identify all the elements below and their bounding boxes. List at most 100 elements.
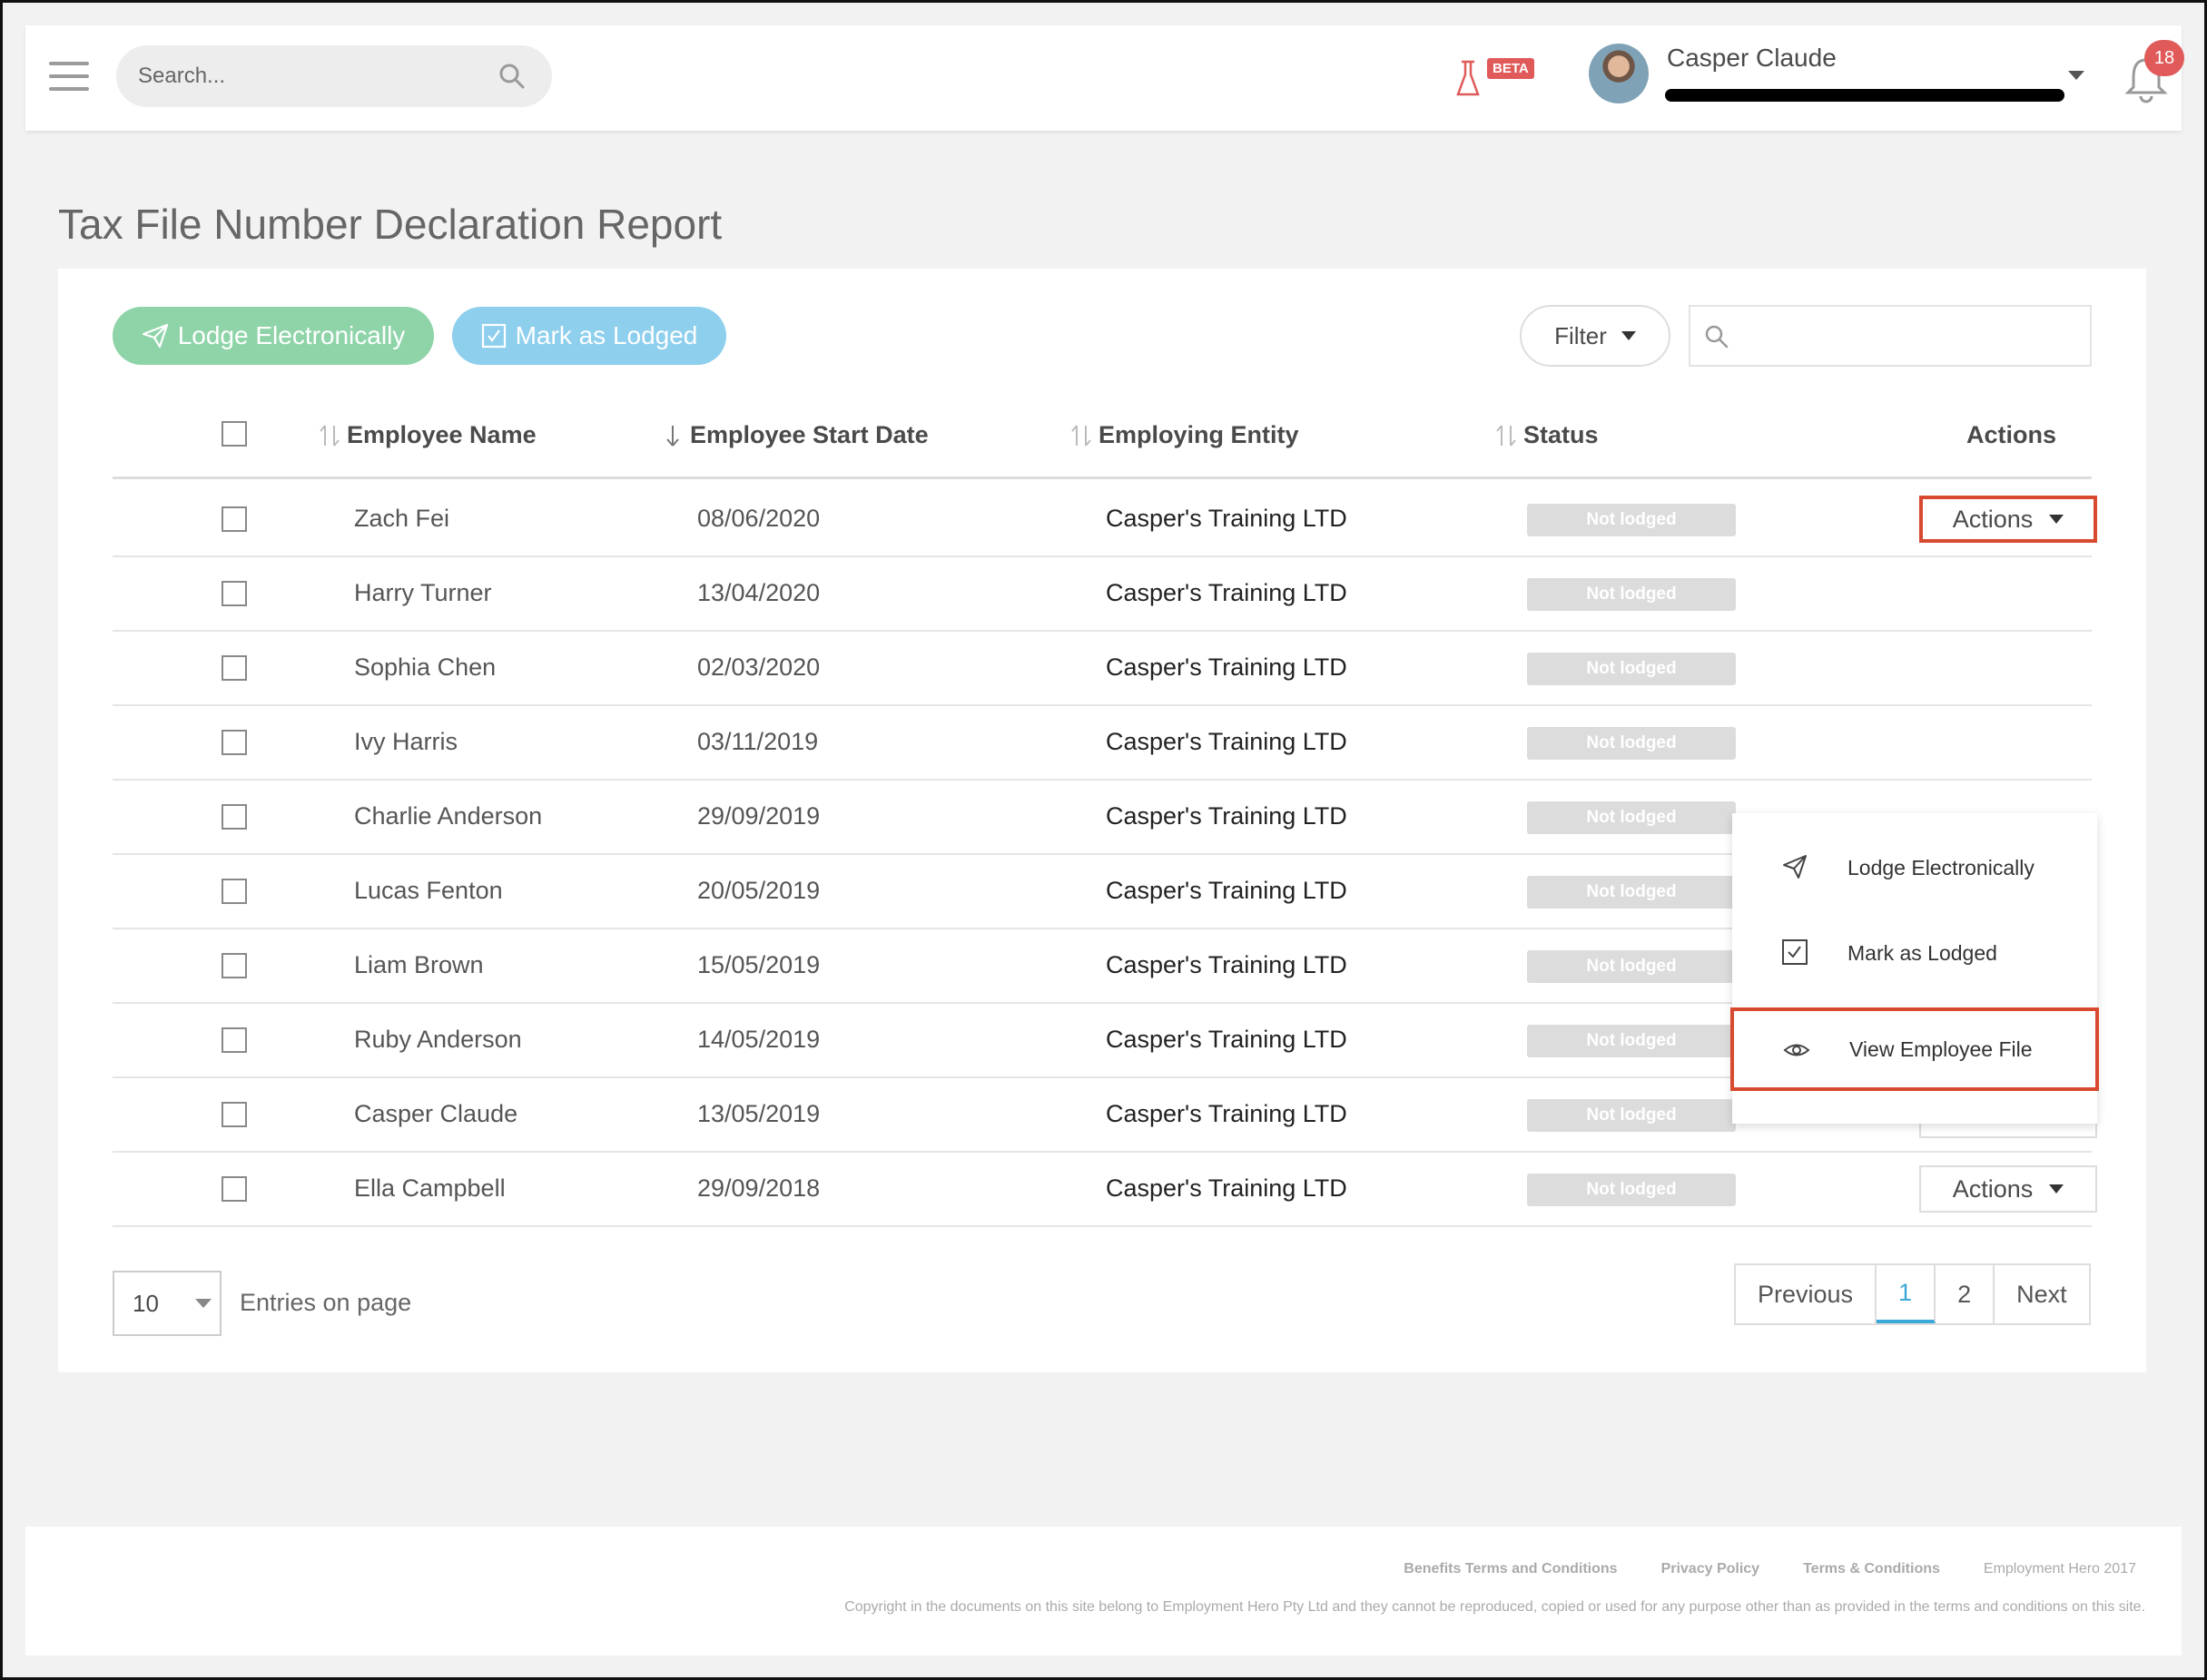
table-search-input[interactable] bbox=[1689, 305, 2092, 367]
menu-icon[interactable] bbox=[49, 62, 89, 94]
caret-down-icon bbox=[2049, 1184, 2064, 1194]
table-row: Harry Turner 13/04/2020 Casper's Training … bbox=[113, 557, 2092, 632]
menu-item-lodge-electronically[interactable]: Lodge Electronically bbox=[1732, 828, 2097, 908]
search-input[interactable] bbox=[116, 45, 552, 107]
previous-page-button[interactable]: Previous bbox=[1736, 1265, 1877, 1323]
checkbox-icon bbox=[1782, 939, 1808, 965]
row-checkbox[interactable] bbox=[222, 1176, 247, 1202]
employing-entity: Casper's Training LTD bbox=[1106, 653, 1347, 681]
status-badge: Not lodged bbox=[1527, 578, 1736, 611]
employee-start-date: 02/03/2020 bbox=[697, 653, 821, 681]
select-all-checkbox[interactable] bbox=[222, 421, 247, 447]
column-label: Actions bbox=[1966, 421, 2057, 448]
column-header-actions: Actions bbox=[1966, 421, 2056, 449]
table-row: Ivy Harris 03/11/2019 Casper's Training LT… bbox=[113, 706, 2092, 781]
employing-entity: Casper's Training LTD bbox=[1106, 877, 1347, 904]
paper-plane-icon bbox=[1783, 855, 1807, 879]
footer-link-benefits-terms[interactable]: Benefits Terms and Conditions bbox=[1404, 1561, 1617, 1577]
status-badge: Not lodged bbox=[1527, 876, 1736, 909]
row-checkbox[interactable] bbox=[222, 730, 247, 755]
column-label: Employing Entity bbox=[1099, 421, 1299, 448]
column-header-status[interactable]: Status bbox=[1494, 421, 1599, 449]
menu-item-label: View Employee File bbox=[1849, 1036, 2033, 1061]
table-row: Sophia Chen 02/03/2020 Casper's Training L… bbox=[113, 632, 2092, 706]
notification-badge[interactable]: 18 bbox=[2144, 40, 2184, 76]
employee-start-date: 13/05/2019 bbox=[697, 1100, 821, 1127]
sort-desc-icon bbox=[666, 425, 679, 447]
menu-item-view-employee-file[interactable]: View Employee File bbox=[1730, 1007, 2099, 1091]
employee-name: Ruby Anderson bbox=[354, 1026, 522, 1053]
filter-button[interactable]: Filter bbox=[1520, 305, 1670, 367]
row-checkbox[interactable] bbox=[222, 581, 247, 606]
row-checkbox[interactable] bbox=[222, 1102, 247, 1127]
entries-on-page-label: Entries on page bbox=[240, 1289, 412, 1316]
page-title: Tax File Number Declaration Report bbox=[58, 201, 723, 248]
status-badge: Not lodged bbox=[1527, 504, 1736, 536]
actions-button[interactable]: Actions bbox=[1919, 1165, 2097, 1213]
status-badge: Not lodged bbox=[1527, 801, 1736, 834]
employee-start-date: 29/09/2018 bbox=[697, 1174, 821, 1202]
footer-brand: Employment Hero 2017 bbox=[1983, 1561, 2136, 1577]
employee-name: Ella Campbell bbox=[354, 1174, 506, 1202]
page-2-button[interactable]: 2 bbox=[1936, 1265, 1995, 1323]
per-page-value: 10 bbox=[133, 1289, 159, 1317]
sort-icon bbox=[1071, 424, 1091, 447]
column-label: Status bbox=[1523, 421, 1599, 448]
paper-plane-icon bbox=[142, 323, 168, 349]
caret-down-icon bbox=[194, 1299, 212, 1308]
redacted-email bbox=[1665, 89, 2064, 102]
footer-link-privacy-policy[interactable]: Privacy Policy bbox=[1661, 1561, 1760, 1577]
table-row: Ella Campbell 29/09/2018 Casper's Training… bbox=[113, 1153, 2097, 1227]
row-checkbox[interactable] bbox=[222, 1027, 247, 1053]
sort-icon bbox=[1496, 424, 1516, 447]
page-1-button[interactable]: 1 bbox=[1877, 1265, 1936, 1323]
employee-name: Lucas Fenton bbox=[354, 877, 503, 904]
status-badge: Not lodged bbox=[1527, 1174, 1736, 1206]
avatar[interactable] bbox=[1589, 44, 1649, 103]
copyright-text: Copyright in the documents on this site … bbox=[844, 1599, 2145, 1615]
employee-start-date: 03/11/2019 bbox=[697, 728, 819, 755]
menu-item-label: Mark as Lodged bbox=[1847, 940, 1997, 965]
next-page-button[interactable]: Next bbox=[1995, 1265, 2089, 1323]
status-badge: Not lodged bbox=[1527, 1099, 1736, 1132]
employee-start-date: 29/09/2019 bbox=[697, 802, 821, 830]
user-name[interactable]: Casper Claude bbox=[1667, 44, 1837, 73]
employee-start-date: 08/06/2020 bbox=[697, 505, 821, 532]
footer-link-terms-conditions[interactable]: Terms & Conditions bbox=[1803, 1561, 1940, 1577]
column-header-employing-entity[interactable]: Employing Entity bbox=[1069, 421, 1299, 449]
menu-item-mark-as-lodged[interactable]: Mark as Lodged bbox=[1732, 913, 2097, 993]
employee-name: Zach Fei bbox=[354, 505, 450, 532]
employing-entity: Casper's Training LTD bbox=[1106, 1026, 1347, 1053]
search-icon[interactable] bbox=[498, 62, 527, 91]
employing-entity: Casper's Training LTD bbox=[1106, 1174, 1347, 1202]
employee-start-date: 15/05/2019 bbox=[697, 951, 821, 978]
mark-as-lodged-button[interactable]: Mark as Lodged bbox=[452, 307, 726, 365]
row-checkbox[interactable] bbox=[222, 879, 247, 904]
employee-name: Sophia Chen bbox=[354, 653, 497, 681]
status-badge: Not lodged bbox=[1527, 727, 1736, 760]
employing-entity: Casper's Training LTD bbox=[1106, 728, 1347, 755]
row-checkbox[interactable] bbox=[222, 804, 247, 830]
row-checkbox[interactable] bbox=[222, 506, 247, 532]
column-header-employee-name[interactable]: Employee Name bbox=[318, 421, 537, 449]
chevron-down-icon[interactable] bbox=[2068, 71, 2084, 80]
pagination: Previous 1 2 Next bbox=[1734, 1263, 2091, 1325]
column-label: Employee Name bbox=[347, 421, 537, 448]
table-row: Zach Fei 08/06/2020 Casper's Training LTD N… bbox=[113, 483, 2097, 557]
menu-item-label: Lodge Electronically bbox=[1847, 855, 2035, 879]
status-badge: Not lodged bbox=[1527, 1025, 1736, 1057]
footer: Benefits Terms and Conditions Privacy Po… bbox=[25, 1527, 2182, 1655]
actions-button[interactable]: Actions bbox=[1919, 496, 2097, 543]
caret-down-icon bbox=[1621, 331, 1636, 340]
actions-dropdown-menu: Lodge Electronically Mark as Lodged View… bbox=[1730, 813, 2099, 1124]
row-checkbox[interactable] bbox=[222, 655, 247, 681]
table-header: Employee Name Employee Start Date Employ… bbox=[113, 396, 2092, 479]
report-card: Lodge Electronically Mark as Lodged Filt… bbox=[58, 269, 2146, 1372]
row-checkbox[interactable] bbox=[222, 953, 247, 978]
mark-as-lodged-label: Mark as Lodged bbox=[515, 321, 698, 349]
column-header-start-date[interactable]: Employee Start Date bbox=[661, 421, 929, 449]
entries-per-page-select[interactable]: 10 bbox=[113, 1271, 222, 1336]
lodge-electronically-button[interactable]: Lodge Electronically bbox=[113, 307, 434, 365]
lodge-electronically-label: Lodge Electronically bbox=[177, 321, 406, 349]
checkbox-icon bbox=[481, 323, 506, 349]
